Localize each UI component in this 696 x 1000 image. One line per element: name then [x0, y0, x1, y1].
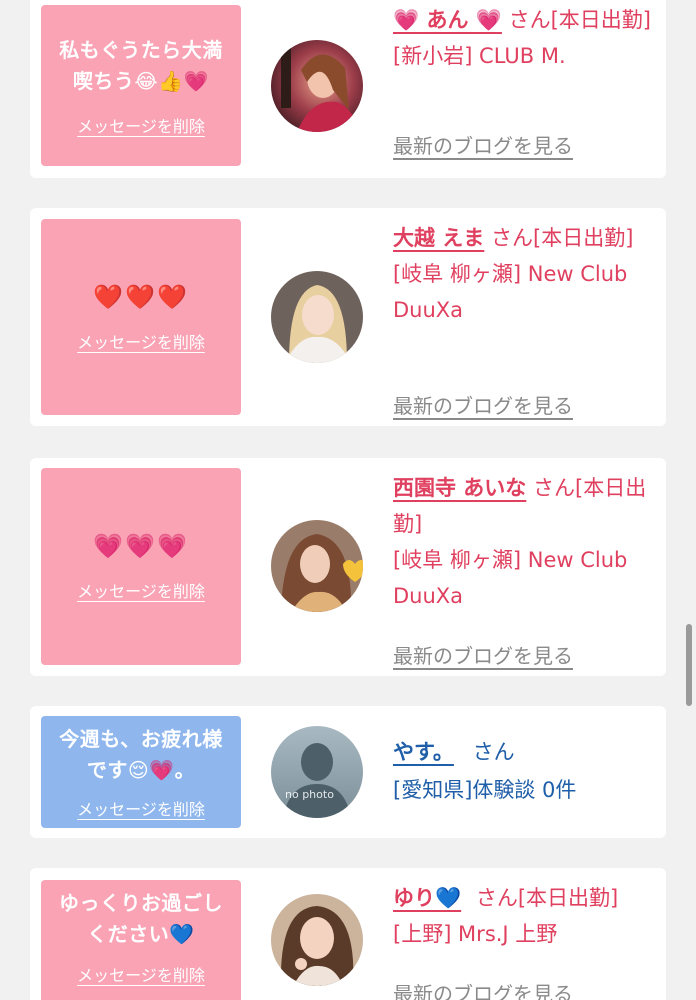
- avatar[interactable]: [271, 894, 363, 986]
- message-card: 💗💗💗 メッセージを削除 西園寺 あいな さん[本日出勤] [岐阜 柳ヶ瀬] N…: [30, 458, 666, 676]
- avatar[interactable]: [271, 271, 363, 363]
- latest-blog-link[interactable]: 最新のブログを見る: [393, 976, 573, 1000]
- cast-info: 西園寺 あいな さん[本日出勤] [岐阜 柳ヶ瀬] New Club DuuXa…: [393, 470, 661, 668]
- honorific: さん: [526, 476, 575, 500]
- message-card: 私もぐうたら大満 喫ちう😂👍💗 メッセージを削除 💗 あん 💗 さん[本日出勤]…: [30, 0, 666, 178]
- user-name-link[interactable]: やす。: [393, 740, 454, 764]
- message-card: ❤️❤️❤️ メッセージを削除 大越 えま さん[本日出勤] [岐阜 柳ヶ瀬] …: [30, 208, 666, 426]
- shop-name: [上野] Mrs.J 上野: [393, 922, 558, 946]
- profile-photo: [271, 894, 363, 986]
- no-photo-avatar-icon: [271, 726, 363, 818]
- latest-blog-link[interactable]: 最新のブログを見る: [393, 388, 573, 424]
- cast-name-link[interactable]: 西園寺 あいな: [393, 476, 526, 500]
- shop-name: [新小岩] CLUB M.: [393, 44, 566, 68]
- cast-name-link[interactable]: 大越 えま: [393, 226, 484, 250]
- honorific: さん: [484, 226, 533, 250]
- message-text: ❤️❤️❤️: [93, 282, 189, 311]
- message-bubble: ❤️❤️❤️ メッセージを削除: [41, 219, 241, 415]
- no-photo-caption: no photo: [285, 788, 334, 801]
- message-bubble: ゆっくりお過ごし ください💙 メッセージを削除: [41, 880, 241, 1000]
- message-bubble: 今週も、お疲れ様 です😌💗。 メッセージを削除: [41, 716, 241, 828]
- latest-blog-link[interactable]: 最新のブログを見る: [393, 128, 573, 164]
- cast-info: 💗 あん 💗 さん[本日出勤] [新小岩] CLUB M. 最新のブログを見る: [393, 2, 661, 158]
- avatar[interactable]: [271, 520, 363, 612]
- message-text: 💗💗💗: [93, 532, 189, 560]
- status-label: [本日出勤]: [550, 8, 651, 32]
- cast-name-link[interactable]: 💗 あん 💗: [393, 8, 502, 32]
- shop-name: [岐阜 柳ヶ瀬] New Club DuuXa: [393, 262, 628, 322]
- message-text: 今週も、お疲れ様 です😌💗。: [59, 727, 223, 782]
- honorific: さん: [465, 740, 515, 764]
- profile-photo: [271, 40, 363, 132]
- shop-name: [岐阜 柳ヶ瀬] New Club DuuXa: [393, 548, 628, 608]
- profile-photo: [271, 271, 363, 363]
- delete-message-link[interactable]: メッセージを削除: [77, 796, 205, 820]
- delete-message-link[interactable]: メッセージを削除: [77, 578, 205, 602]
- honorific: さん: [469, 886, 518, 910]
- message-bubble: 私もぐうたら大満 喫ちう😂👍💗 メッセージを削除: [41, 5, 241, 166]
- user-info: やす。 さん [愛知県]体験談 0件: [393, 734, 661, 808]
- cast-info: ゆり💙 さん[本日出勤] [上野] Mrs.J 上野 最新のブログを見る: [393, 880, 661, 1000]
- message-text: ゆっくりお過ごし ください💙: [59, 891, 223, 946]
- scrollbar[interactable]: [686, 624, 692, 706]
- profile-photo: [271, 520, 363, 612]
- delete-message-link[interactable]: メッセージを削除: [77, 329, 205, 353]
- status-label: [本日出勤]: [533, 226, 634, 250]
- avatar[interactable]: no photo: [271, 726, 363, 818]
- avatar[interactable]: [271, 40, 363, 132]
- cast-info: 大越 えま さん[本日出勤] [岐阜 柳ヶ瀬] New Club DuuXa 最…: [393, 220, 661, 418]
- latest-blog-link[interactable]: 最新のブログを見る: [393, 638, 573, 674]
- message-text: 私もぐうたら大満 喫ちう😂👍💗: [59, 37, 223, 93]
- delete-message-link[interactable]: メッセージを削除: [77, 962, 205, 986]
- honorific: さん: [501, 8, 551, 32]
- message-card: ゆっくりお過ごし ください💙 メッセージを削除 ゆり💙 さん[本日出勤] [上野…: [30, 868, 666, 1000]
- user-detail: [愛知県]体験談 0件: [393, 778, 577, 802]
- delete-message-link[interactable]: メッセージを削除: [77, 113, 205, 137]
- message-bubble: 💗💗💗 メッセージを削除: [41, 468, 241, 665]
- status-label: [本日出勤]: [517, 886, 619, 910]
- message-card: 今週も、お疲れ様 です😌💗。 メッセージを削除 no photo やす。 さん …: [30, 706, 666, 838]
- cast-name-link[interactable]: ゆり💙: [393, 886, 461, 910]
